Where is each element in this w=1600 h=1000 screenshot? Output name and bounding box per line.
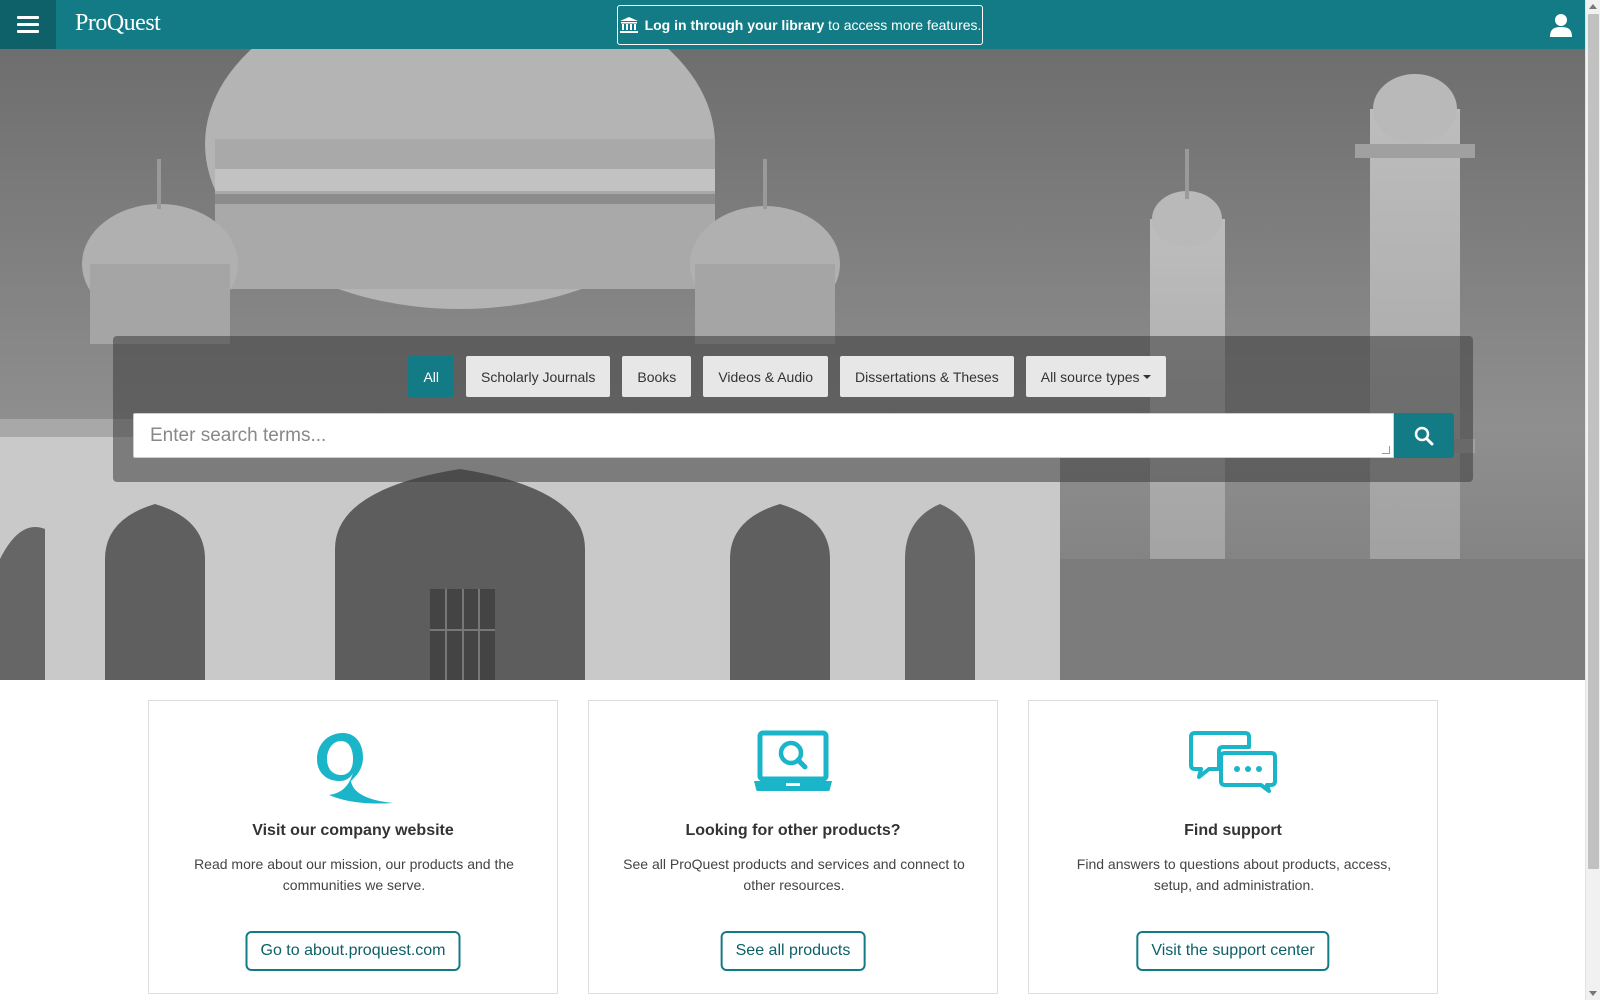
card-title: Find support (1184, 822, 1282, 839)
tab-videos-audio-label: Videos & Audio (718, 368, 814, 385)
all-source-types-dropdown[interactable]: All source types (1025, 356, 1166, 397)
company-website-card: Visit our company website Read more abou… (148, 700, 558, 994)
see-all-products-button[interactable]: See all products (720, 931, 866, 971)
search-placeholder: Enter search terms... (150, 424, 327, 446)
user-account-icon[interactable] (1549, 13, 1573, 37)
visit-support-center-button[interactable]: Visit the support center (1136, 931, 1330, 971)
source-type-tabs: All Scholarly Journals Books Videos & Au… (113, 356, 1473, 397)
tab-all-label: All (423, 368, 439, 385)
search-icon (1414, 426, 1434, 445)
chat-bubbles-icon (1189, 731, 1277, 793)
card-title: Visit our company website (252, 822, 454, 839)
proquest-logo[interactable]: ProQuest (75, 10, 161, 37)
chevron-down-icon (1142, 374, 1151, 379)
tab-books[interactable]: Books (622, 356, 692, 397)
login-bold-text: Log in through your library (644, 17, 825, 33)
page-scrollbar[interactable] (1585, 0, 1600, 1000)
tab-books-label: Books (637, 368, 677, 385)
tab-scholarly-journals-label: Scholarly Journals (481, 368, 596, 385)
proquest-q-logo-icon (317, 733, 393, 804)
login-rest-text: to access more features. (828, 17, 982, 33)
scroll-up-arrow-icon[interactable] (1589, 4, 1597, 9)
card-description: Find answers to questions about products… (1076, 856, 1392, 893)
resize-handle-icon[interactable] (1382, 446, 1390, 454)
search-input[interactable]: Enter search terms... (133, 413, 1394, 458)
tab-all[interactable]: All (408, 356, 454, 397)
scrollbar-thumb[interactable] (1588, 14, 1599, 869)
go-to-about-proquest-button[interactable]: Go to about.proquest.com (245, 931, 461, 971)
tab-scholarly-journals[interactable]: Scholarly Journals (466, 356, 611, 397)
tab-videos-audio[interactable]: Videos & Audio (703, 356, 829, 397)
search-button[interactable] (1394, 413, 1454, 458)
card-title: Looking for other products? (685, 822, 901, 839)
tab-dissertations-theses[interactable]: Dissertations & Theses (840, 356, 1014, 397)
top-navbar: ProQuest Log in through your library to … (0, 0, 1585, 49)
hamburger-menu-button[interactable] (0, 0, 56, 49)
all-source-types-label: All source types (1040, 368, 1140, 385)
scroll-down-arrow-icon[interactable] (1589, 991, 1597, 996)
hero-banner: All Scholarly Journals Books Videos & Au… (0, 49, 1585, 680)
tab-dissertations-theses-label: Dissertations & Theses (855, 368, 999, 385)
card-description: See all ProQuest products and services a… (623, 856, 965, 893)
library-login-button[interactable]: Log in through your library to access mo… (617, 5, 983, 45)
find-support-card: Find support Find answers to questions a… (1028, 700, 1438, 994)
hamburger-menu-icon (17, 16, 39, 33)
laptop-search-icon (754, 730, 832, 791)
other-products-card: Looking for other products? See all ProQ… (588, 700, 998, 994)
search-panel: All Scholarly Journals Books Videos & Au… (113, 336, 1473, 482)
library-building-icon (619, 17, 638, 33)
card-description: Read more about our mission, our product… (194, 856, 514, 893)
